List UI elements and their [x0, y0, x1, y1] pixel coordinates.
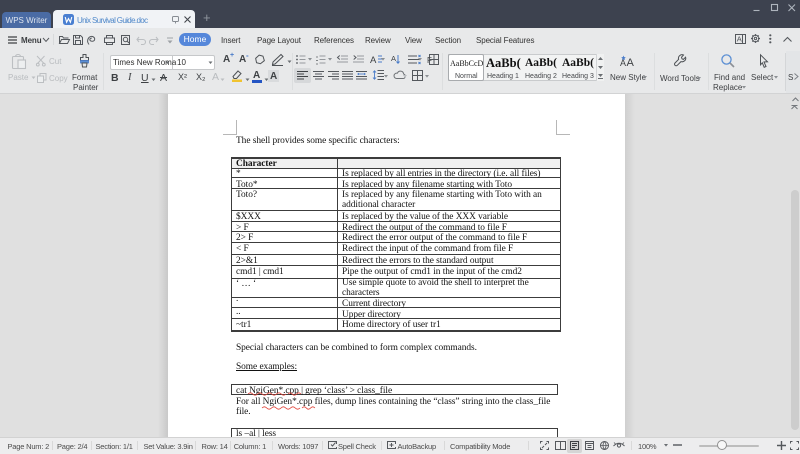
- svg-text:F: F: [427, 56, 432, 65]
- svg-text:A: A: [627, 57, 635, 69]
- svg-text:A: A: [370, 55, 377, 66]
- svg-text:A: A: [391, 54, 396, 63]
- svg-text:A: A: [737, 35, 742, 44]
